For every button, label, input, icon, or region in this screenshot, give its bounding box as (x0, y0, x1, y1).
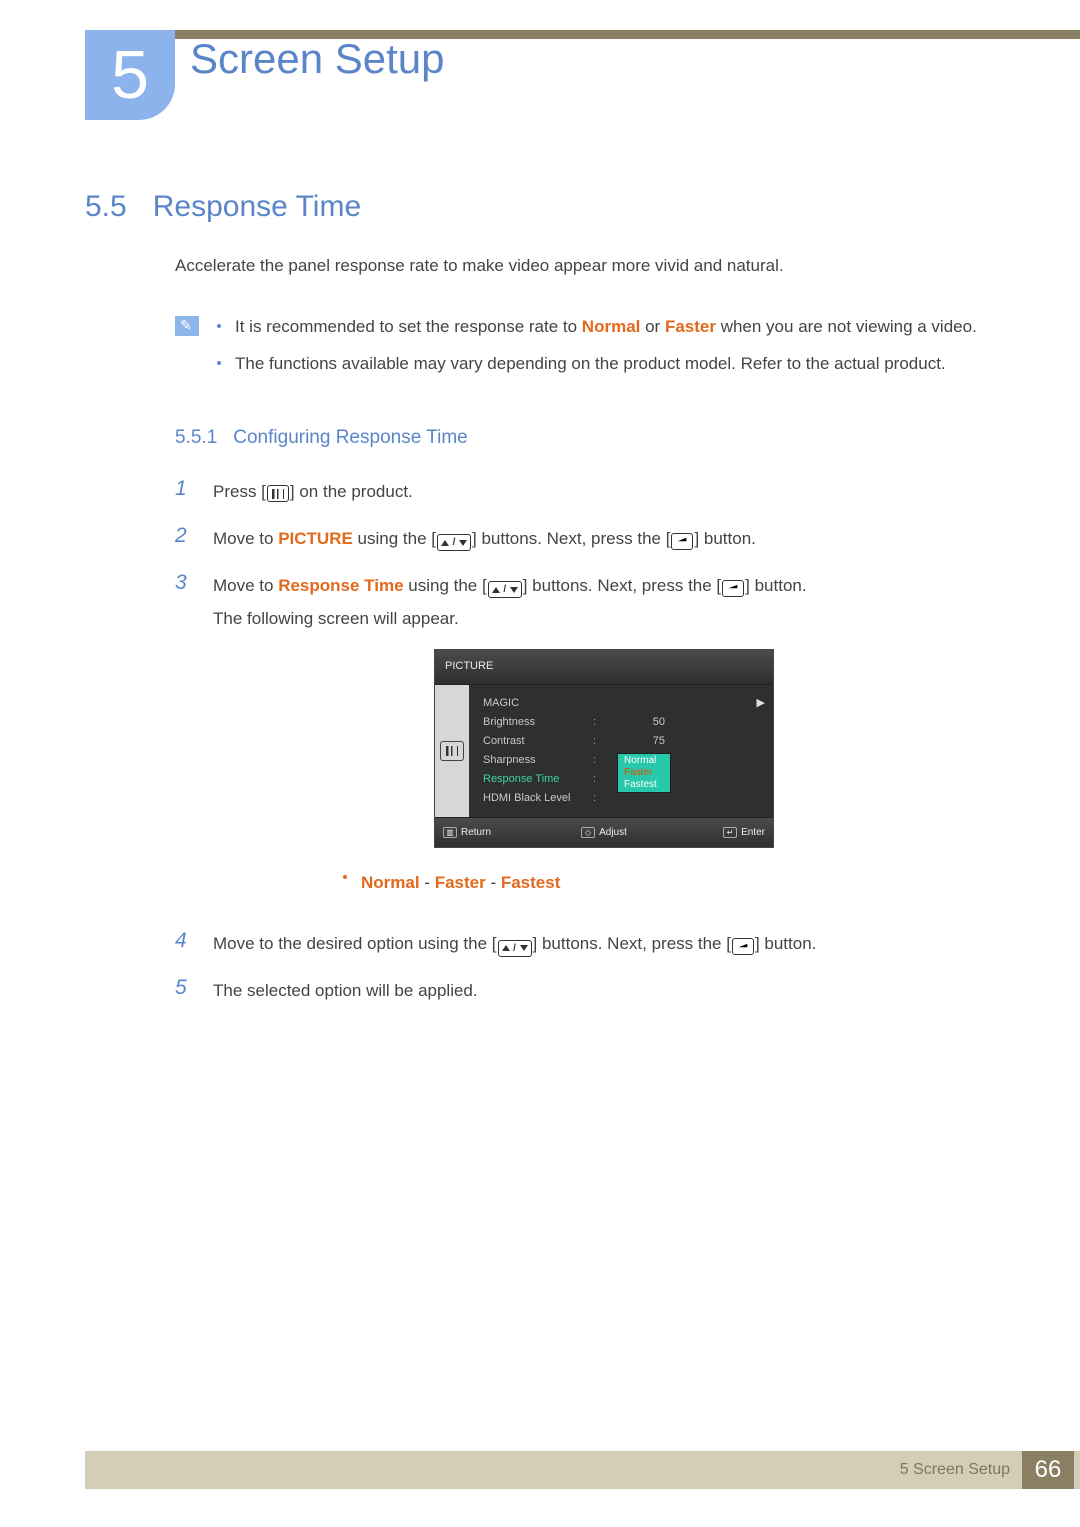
step-4: 4 Move to the desired option using the [… (175, 927, 995, 960)
step-text: Move to (213, 576, 278, 595)
note-text: when you are not viewing a video. (716, 317, 977, 336)
enter-button-icon (722, 580, 744, 597)
step-text: Move to the desired option using the [ (213, 934, 497, 953)
step-text: Move to (213, 529, 278, 548)
note-text: or (640, 317, 665, 336)
note-icon (175, 316, 199, 336)
option-value: Normal (361, 873, 420, 892)
osd-tab-icon (440, 741, 464, 761)
option-sep: - (486, 873, 501, 892)
osd-screenshot: PICTURE MAGIC ▶ (434, 649, 774, 848)
osd-popup-option: Normal (618, 755, 670, 767)
step-text: Press [ (213, 482, 266, 501)
step-text: The selected option will be applied. (213, 974, 995, 1007)
step-text: ] button. (694, 529, 755, 548)
step-text: The following screen will appear. (213, 602, 995, 635)
step-number: 5 (175, 974, 195, 1002)
up-down-button-icon: / (437, 534, 471, 551)
page-footer: 5 Screen Setup 66 (85, 1451, 1080, 1489)
enter-button-icon (732, 938, 754, 955)
step-text: ] on the product. (290, 482, 413, 501)
enter-mini-icon: ↵ (723, 827, 737, 838)
subsection-title: Configuring Response Time (233, 427, 467, 449)
chapter-badge: 5 (85, 30, 175, 120)
step-text: ] buttons. Next, press the [ (523, 576, 721, 595)
step-keyword: PICTURE (278, 529, 353, 548)
osd-popup-option: Fastest (618, 779, 670, 791)
osd-footer-label: Adjust (599, 823, 627, 843)
step-number: 4 (175, 927, 195, 955)
note-highlight: Normal (582, 317, 641, 336)
step-number: 1 (175, 475, 195, 503)
note-text: The functions available may vary dependi… (235, 350, 946, 379)
option-value: Faster (435, 873, 486, 892)
osd-header: PICTURE (435, 650, 773, 684)
step-3: 3 Move to Response Time using the [/] bu… (175, 569, 995, 913)
osd-popup: Normal Faster Fastest (618, 754, 670, 792)
osd-row-hdmi: HDMI Black Level : (483, 790, 765, 809)
osd-footer-label: Enter (741, 823, 765, 843)
up-down-button-icon: / (498, 940, 532, 957)
subsection-number: 5.5.1 (175, 427, 217, 449)
step-text: ] buttons. Next, press the [ (533, 934, 731, 953)
step-text: ] button. (745, 576, 806, 595)
step-number: 2 (175, 522, 195, 550)
option-value: Fastest (501, 873, 561, 892)
section-number: 5.5 (85, 190, 127, 224)
note-text: It is recommended to set the response ra… (235, 317, 582, 336)
osd-row-brightness: Brightness : 50 (483, 714, 765, 733)
bullet-dot-icon (217, 361, 221, 365)
step-text: ] buttons. Next, press the [ (472, 529, 670, 548)
osd-tab-column (435, 685, 469, 817)
osd-colon: : (593, 788, 599, 809)
step-5: 5 The selected option will be applied. (175, 974, 995, 1007)
note-highlight: Faster (665, 317, 716, 336)
osd-footer-label: Return (461, 823, 491, 843)
section-intro: Accelerate the panel response rate to ma… (175, 252, 995, 281)
osd-label: HDMI Black Level (483, 788, 593, 809)
note-block: It is recommended to set the response ra… (175, 313, 995, 387)
step-text: ] button. (755, 934, 816, 953)
footer-page-number: 66 (1022, 1451, 1074, 1489)
note-bullet-2: The functions available may vary dependi… (217, 350, 995, 379)
step-keyword: Response Time (278, 576, 403, 595)
step-text: using the [ (404, 576, 487, 595)
step-1: 1 Press [ ] on the product. (175, 475, 995, 508)
menu-button-icon (267, 485, 289, 502)
enter-button-icon (671, 533, 693, 550)
chevron-right-icon: ▶ (757, 693, 765, 714)
menu-icon (443, 745, 461, 757)
chapter-title: Screen Setup (190, 35, 445, 83)
osd-row-contrast: Contrast : 75 (483, 733, 765, 752)
footer-chapter-label: 5 Screen Setup (900, 1461, 1010, 1479)
bullet-dot-icon (343, 875, 347, 879)
option-sep: - (420, 873, 435, 892)
menu-mini-icon: ▥ (443, 827, 457, 838)
step-number: 3 (175, 569, 195, 597)
osd-popup-option: Faster (618, 767, 670, 779)
chapter-number: 5 (111, 41, 149, 109)
bullet-dot-icon (217, 324, 221, 328)
adjust-mini-icon: ◇ (581, 827, 595, 838)
step-2: 2 Move to PICTURE using the [/] buttons.… (175, 522, 995, 555)
osd-footer: ▥ Return ◇ Adjust ↵ Enter (435, 817, 773, 848)
step-text: using the [ (353, 529, 436, 548)
options-line: Normal - Faster - Fastest (343, 866, 995, 899)
osd-row-magic: MAGIC ▶ (483, 695, 765, 714)
section-title: Response Time (153, 190, 361, 224)
up-down-button-icon: / (488, 581, 522, 598)
note-bullet-1: It is recommended to set the response ra… (217, 313, 995, 342)
